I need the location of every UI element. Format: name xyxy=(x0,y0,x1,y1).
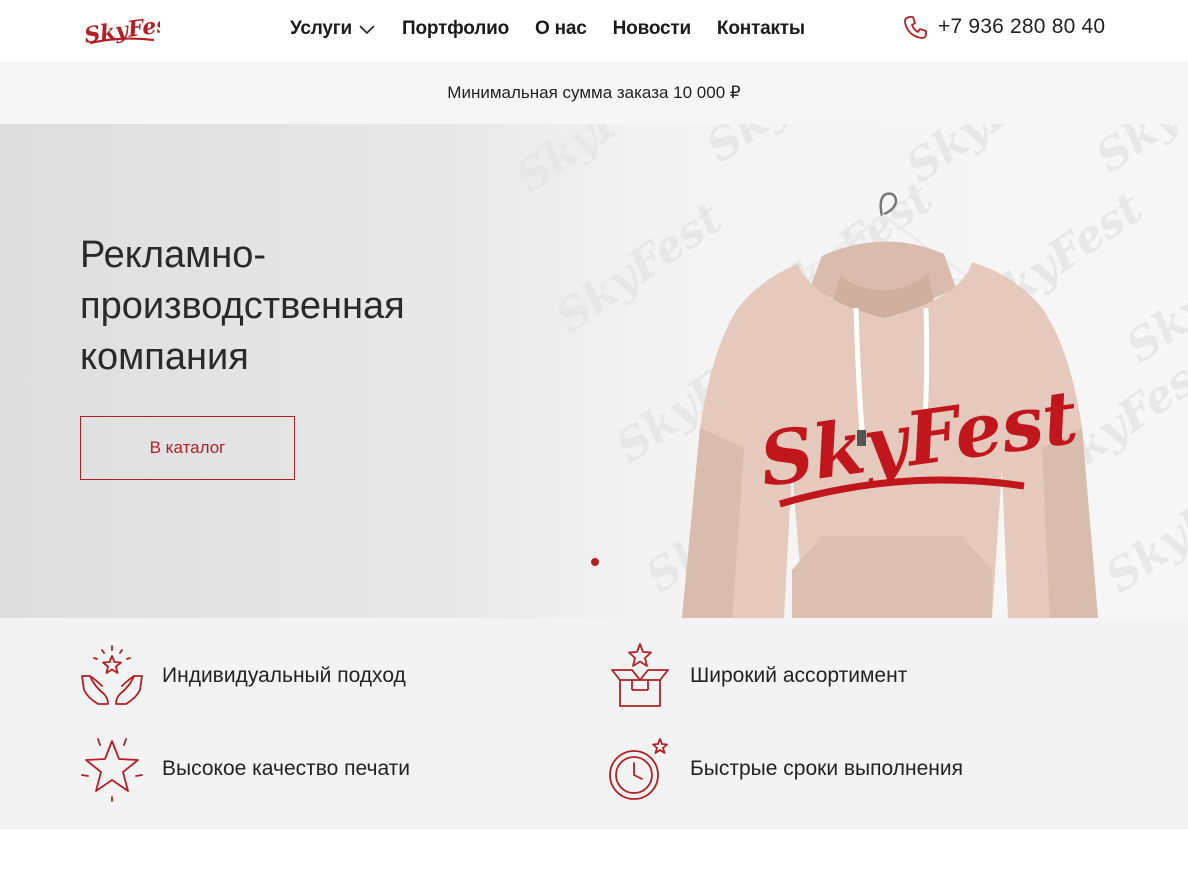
chevron-down-icon xyxy=(359,25,375,35)
feature-label: Высокое качество печати xyxy=(162,757,411,780)
min-order-notice: Минимальная сумма заказа 10 000 ₽ xyxy=(0,62,1188,124)
features-section: Индивидуальный подход Широкий ассортимен… xyxy=(0,618,1188,830)
svg-text:SkyFest: SkyFest xyxy=(697,124,882,173)
skyfest-logo[interactable]: SkyFest xyxy=(82,10,160,50)
nav-item-contacts[interactable]: Контакты xyxy=(717,18,805,40)
feature-label: Широкий ассортимент xyxy=(690,664,908,687)
star-icon xyxy=(81,738,143,802)
hoodie-image: SkyFest xyxy=(682,192,1098,618)
nav-item-label: Услуги xyxy=(290,18,352,39)
phone-icon xyxy=(904,16,927,39)
feature-label: Индивидуальный подход xyxy=(162,664,406,687)
catalog-button[interactable]: В каталог xyxy=(80,416,295,480)
nav-item-news[interactable]: Новости xyxy=(613,18,691,40)
hero-title: Рекламно-производственная компания xyxy=(80,234,405,378)
slider-dot-active[interactable] xyxy=(591,558,599,566)
hero-banner: SkyFest SkyFest SkyFest SkyFest SkyFest … xyxy=(0,124,1188,618)
svg-text:SkyFest: SkyFest xyxy=(1117,222,1188,373)
svg-text:SkyFest: SkyFest xyxy=(520,124,692,203)
nav-item-portfolio[interactable]: Портфолио xyxy=(402,18,509,40)
box-star-icon xyxy=(611,643,669,707)
clock-star-icon xyxy=(609,738,668,800)
feature-item: Широкий ассортимент xyxy=(606,642,907,710)
hands-star-icon xyxy=(81,645,143,705)
nav-item-about[interactable]: О нас xyxy=(535,18,587,40)
feature-item: Высокое качество печати xyxy=(78,735,410,803)
site-header: SkyFest Услуги Портфолио О нас Новости К… xyxy=(0,0,1188,62)
nav-item-services[interactable]: Услуги xyxy=(290,18,376,40)
main-nav: Услуги Портфолио О нас Новости Контакты xyxy=(290,0,831,58)
feature-label: Быстрые сроки выполнения xyxy=(690,757,963,780)
phone-link[interactable]: +7 936 280 80 40 xyxy=(903,14,1105,40)
phone-number: +7 936 280 80 40 xyxy=(938,15,1106,38)
feature-item: Быстрые сроки выполнения xyxy=(606,735,963,803)
feature-item: Индивидуальный подход xyxy=(78,642,406,710)
notice-text: Минимальная сумма заказа 10 000 ₽ xyxy=(447,83,741,102)
